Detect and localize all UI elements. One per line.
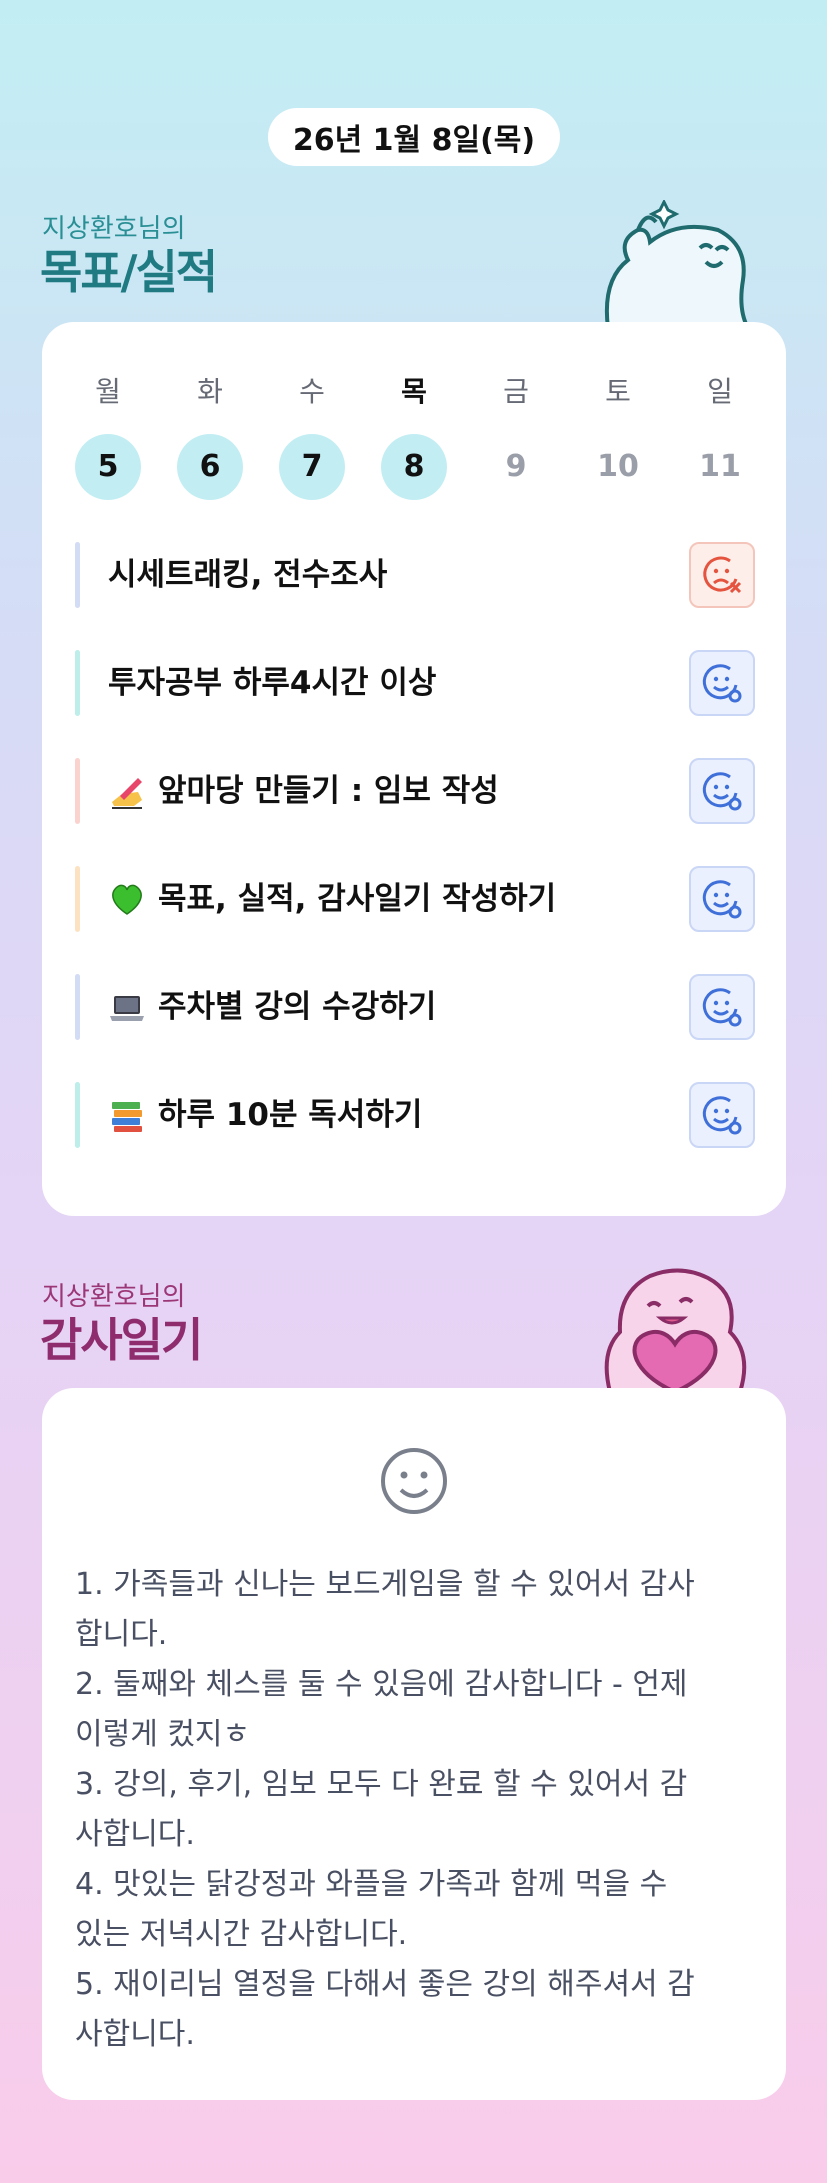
day-date: 10 <box>597 449 639 484</box>
laptop-icon <box>110 996 144 1021</box>
gratitude-text[interactable]: 1. 가족들과 신나는 보드게임을 할 수 있어서 감사 합니다. 2. 둘째와… <box>75 1560 755 2060</box>
goals-card: 월 5 화 6 수 7 목 8 금 9 토 10 일 11 시세트래킹, 전수조… <box>42 322 786 1216</box>
goal-text: 주차별 강의 수강하기 <box>158 989 437 1025</box>
goal-text: 하루 10분 독서하기 <box>158 1097 423 1133</box>
mascot-thumbs-up-icon <box>604 200 751 328</box>
day-wed[interactable]: 수 7 <box>279 372 345 500</box>
goal-item[interactable]: 하루 10분 독서하기 <box>75 1082 755 1148</box>
goal-item[interactable]: 주차별 강의 수강하기 <box>75 974 755 1040</box>
goal-status-success-button[interactable] <box>689 974 755 1040</box>
day-sun[interactable]: 일 11 <box>687 372 753 500</box>
day-date: 11 <box>699 449 741 484</box>
day-name: 수 <box>299 375 325 408</box>
smile-face-icon[interactable] <box>379 1446 449 1516</box>
day-name: 화 <box>197 375 223 408</box>
goal-status-success-button[interactable] <box>689 1082 755 1148</box>
success-face-icon <box>702 880 742 919</box>
gratitude-section-title: 감사일기 <box>40 1313 203 1367</box>
goal-color-bar <box>75 974 80 1040</box>
books-icon <box>112 1102 142 1132</box>
goal-status-fail-button[interactable] <box>689 542 755 608</box>
goal-status-success-button[interactable] <box>689 866 755 932</box>
fail-face-icon <box>703 556 742 594</box>
day-date: 9 <box>505 449 527 484</box>
success-face-icon <box>702 988 742 1027</box>
goal-item[interactable]: 투자공부 하루4시간 이상 <box>75 650 755 716</box>
goal-text: 목표, 실적, 감사일기 작성하기 <box>158 881 557 917</box>
day-date: 5 <box>75 434 141 500</box>
goal-color-bar <box>75 758 80 824</box>
goals-section-title: 목표/실적 <box>40 245 218 299</box>
day-name: 토 <box>605 375 631 408</box>
day-name: 월 <box>95 375 121 408</box>
week-calendar: 월 5 화 6 수 7 목 8 금 9 토 10 일 11 <box>75 372 755 502</box>
goal-color-bar <box>75 866 80 932</box>
goal-status-success-button[interactable] <box>689 758 755 824</box>
goal-color-bar <box>75 650 80 716</box>
day-name: 금 <box>503 375 529 408</box>
current-date: 26년 1월 8일(목) <box>292 123 536 158</box>
day-tue[interactable]: 화 6 <box>177 372 243 500</box>
day-date: 7 <box>279 434 345 500</box>
date-pill[interactable]: 26년 1월 8일(목) <box>268 108 560 166</box>
success-face-icon <box>702 664 742 703</box>
day-name: 일 <box>707 375 733 408</box>
day-thu[interactable]: 목 8 <box>381 372 447 500</box>
day-name: 목 <box>401 375 427 408</box>
goal-text: 시세트래킹, 전수조사 <box>108 557 388 593</box>
success-face-icon <box>702 1096 742 1135</box>
goal-text: 투자공부 하루4시간 이상 <box>108 665 437 701</box>
goal-item[interactable]: 앞마당 만들기 : 임보 작성 <box>75 758 755 824</box>
day-sat[interactable]: 토 10 <box>585 372 651 500</box>
goal-item[interactable]: 시세트래킹, 전수조사 <box>75 542 755 608</box>
success-face-icon <box>702 772 742 811</box>
writing-hand-icon <box>112 778 142 809</box>
day-mon[interactable]: 월 5 <box>75 372 141 500</box>
day-date: 6 <box>177 434 243 500</box>
goal-item[interactable]: 목표, 실적, 감사일기 작성하기 <box>75 866 755 932</box>
green-heart-icon <box>112 884 142 915</box>
day-fri[interactable]: 금 9 <box>483 372 549 500</box>
day-date: 8 <box>381 434 447 500</box>
goal-status-success-button[interactable] <box>689 650 755 716</box>
goal-color-bar <box>75 1082 80 1148</box>
gratitude-card: 1. 가족들과 신나는 보드게임을 할 수 있어서 감사 합니다. 2. 둘째와… <box>42 1388 786 2100</box>
goal-color-bar <box>75 542 80 608</box>
goal-text: 앞마당 만들기 : 임보 작성 <box>158 773 499 809</box>
mascot-heart-icon <box>604 1268 747 1392</box>
